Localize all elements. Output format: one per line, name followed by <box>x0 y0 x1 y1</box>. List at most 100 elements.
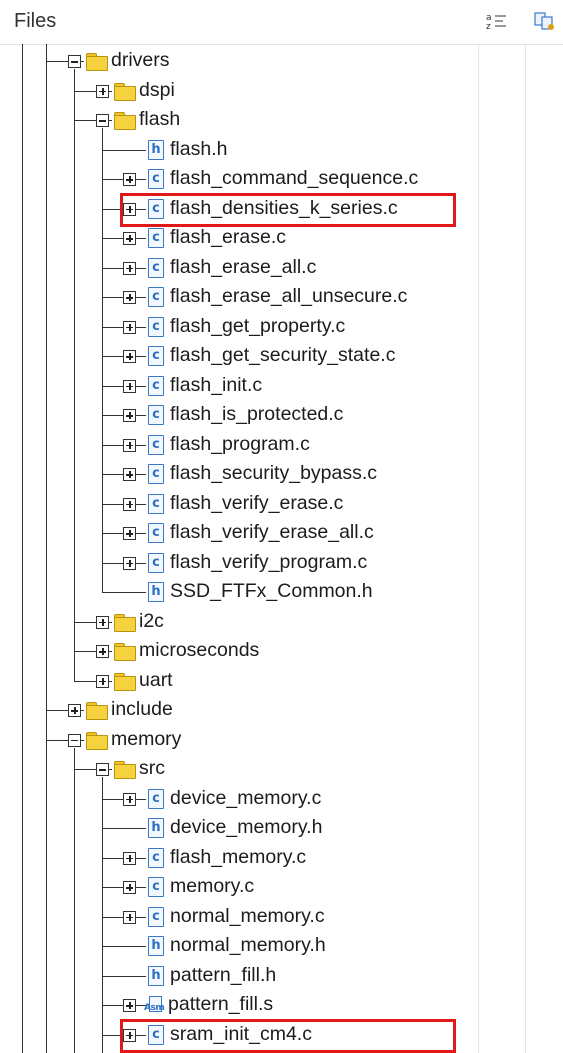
collapse-icon[interactable] <box>68 733 81 747</box>
file-explorer-panel: Files a z drivers dspi flash h flash.h c flash… <box>0 0 563 1053</box>
folder-icon <box>86 731 108 750</box>
tree-item-label[interactable]: flash_verify_program.c <box>170 550 367 574</box>
tree-item-label[interactable]: flash_erase_all_unsecure.c <box>170 284 407 308</box>
expand-icon[interactable] <box>123 851 136 865</box>
folder-icon <box>114 761 136 779</box>
tree-guide-line <box>46 44 47 1053</box>
tree-item-label[interactable]: flash_get_security_state.c <box>170 343 395 367</box>
tree-item-label[interactable]: src <box>139 756 165 780</box>
tree-item-label[interactable]: normal_memory.c <box>170 904 325 928</box>
expand-icon[interactable] <box>123 291 136 304</box>
tree-guide-line <box>74 747 75 1053</box>
header-file-icon: h <box>148 936 164 956</box>
expand-icon[interactable] <box>123 320 136 334</box>
folder-icon <box>86 702 108 720</box>
tree-item-label[interactable]: normal_memory.h <box>170 933 326 957</box>
folder-icon <box>114 672 136 691</box>
expand-icon[interactable] <box>96 674 109 688</box>
folder-icon <box>114 82 136 101</box>
tree-connector <box>102 975 146 977</box>
sort-icon[interactable]: a z <box>486 12 508 32</box>
tree-item-label[interactable]: flash_verify_erase_all.c <box>170 520 374 544</box>
expand-icon[interactable] <box>123 910 136 924</box>
c-file-icon: c <box>148 316 164 337</box>
tree-item-label[interactable]: flash_erase_all.c <box>170 255 316 279</box>
tree-item-label[interactable]: flash_get_property.c <box>170 314 345 338</box>
folder-icon <box>86 53 108 71</box>
highlight-box <box>120 192 456 227</box>
tree-guide-line <box>102 777 103 1053</box>
tree-guide-line <box>22 44 23 1053</box>
tree-item-label[interactable]: drivers <box>111 48 170 72</box>
tree-item-label[interactable]: flash_program.c <box>170 432 310 456</box>
folder-icon <box>114 112 136 130</box>
tree-item-label[interactable]: flash_memory.c <box>170 845 306 869</box>
header-file-icon: h <box>148 965 164 986</box>
expand-icon[interactable] <box>123 438 136 452</box>
expand-icon[interactable] <box>123 379 136 393</box>
collapse-icon[interactable] <box>68 55 81 68</box>
expand-icon[interactable] <box>96 84 109 98</box>
c-file-icon: c <box>148 906 164 927</box>
expand-icon[interactable] <box>96 615 109 629</box>
tree-item-label[interactable]: include <box>111 697 173 721</box>
collapse-icon[interactable] <box>96 114 109 127</box>
file-tree: drivers dspi flash h flash.h c flash_command_s… <box>0 44 563 1053</box>
tree-item-label[interactable]: flash.h <box>170 137 227 161</box>
tree-item-label[interactable]: memory <box>111 727 181 751</box>
c-file-icon: c <box>148 552 164 573</box>
tree-guide-line <box>74 69 75 681</box>
tree-item-label[interactable]: dspi <box>139 78 175 102</box>
expand-icon[interactable] <box>123 261 136 275</box>
expand-icon[interactable] <box>123 556 136 570</box>
expand-icon[interactable] <box>68 704 81 717</box>
expand-icon[interactable] <box>123 350 136 363</box>
tree-guide-line <box>102 128 103 592</box>
header-file-icon: h <box>148 818 164 838</box>
tree-item-label[interactable]: flash <box>139 107 180 131</box>
asm-file-icon: Asm <box>144 996 165 1016</box>
folder-icon <box>114 643 136 661</box>
expand-icon[interactable] <box>123 497 136 511</box>
tree-item-label[interactable]: flash_erase.c <box>170 225 286 249</box>
collapse-icon[interactable] <box>96 763 109 776</box>
tree-item-label[interactable]: SSD_FTFx_Common.h <box>170 579 373 603</box>
expand-icon[interactable] <box>123 881 136 894</box>
tree-item-label[interactable]: flash_verify_erase.c <box>170 491 343 515</box>
tree-item-label[interactable]: flash_security_bypass.c <box>170 461 377 485</box>
expand-icon[interactable] <box>123 792 136 806</box>
c-file-icon: c <box>148 464 164 484</box>
c-file-icon: c <box>148 847 164 868</box>
header-file-icon: h <box>148 139 164 160</box>
c-file-icon: c <box>148 169 164 189</box>
tree-connector <box>102 828 146 829</box>
tree-item-label[interactable]: device_memory.h <box>170 815 322 839</box>
tree-item-label[interactable]: pattern_fill.h <box>170 963 276 987</box>
expand-icon[interactable] <box>123 527 136 540</box>
tree-item-label[interactable]: i2c <box>139 609 164 633</box>
panel-header: Files a z <box>0 0 563 45</box>
tree-item-label[interactable]: flash_is_protected.c <box>170 402 343 426</box>
header-file-icon: h <box>148 582 164 602</box>
c-file-icon: c <box>148 287 164 307</box>
tree-item-label[interactable]: memory.c <box>170 874 254 898</box>
tree-item-label[interactable]: flash_init.c <box>170 373 262 397</box>
expand-icon[interactable] <box>123 173 136 186</box>
tree-connector <box>102 592 146 593</box>
tree-item-label[interactable]: uart <box>139 668 173 692</box>
options-icon[interactable] <box>534 10 556 32</box>
expand-icon[interactable] <box>123 409 136 422</box>
c-file-icon: c <box>148 877 164 897</box>
c-file-icon: c <box>148 434 164 455</box>
c-file-icon: c <box>148 405 164 425</box>
tree-item-label[interactable]: device_memory.c <box>170 786 321 810</box>
expand-icon[interactable] <box>123 232 136 245</box>
expand-icon[interactable] <box>123 468 136 481</box>
expand-icon[interactable] <box>96 645 109 658</box>
tree-connector <box>102 946 146 947</box>
tree-item-label[interactable]: microseconds <box>139 638 259 662</box>
tree-item-label[interactable]: flash_command_sequence.c <box>170 166 418 190</box>
tree-connector <box>102 149 146 151</box>
tree-item-label[interactable]: pattern_fill.s <box>168 992 273 1016</box>
expand-icon[interactable] <box>123 999 136 1012</box>
